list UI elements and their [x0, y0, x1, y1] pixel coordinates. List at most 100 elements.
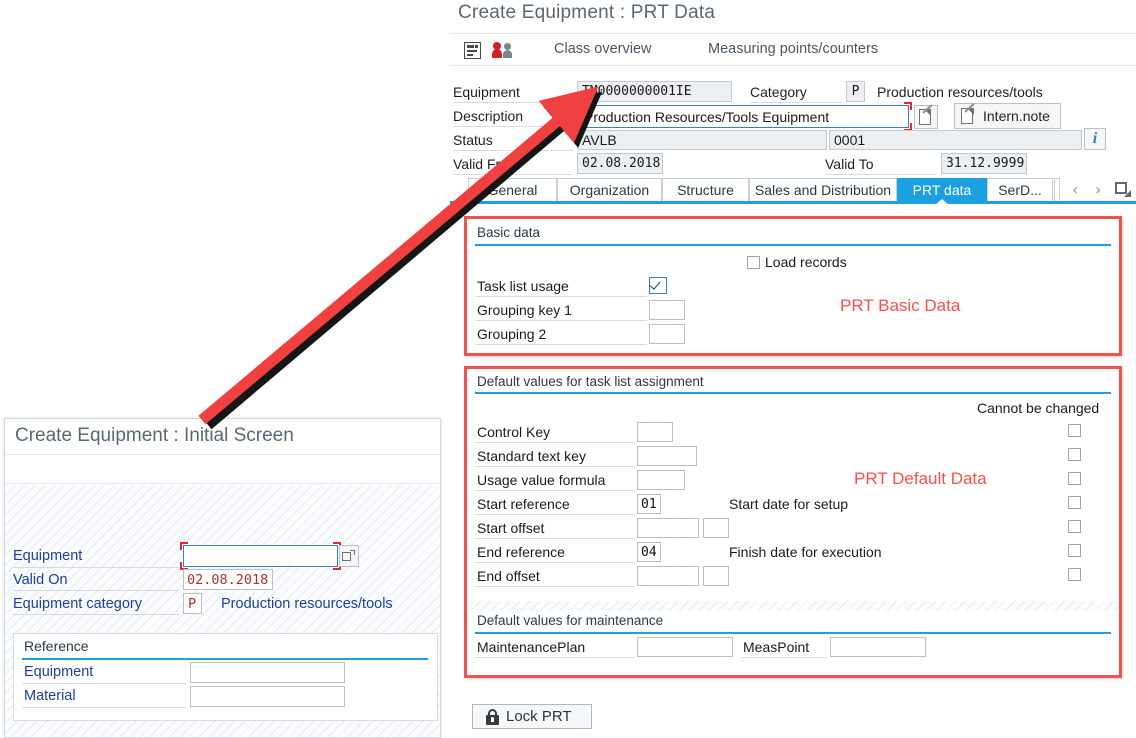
standard-text-key-label: Standard text key — [477, 448, 586, 464]
tab-structure[interactable]: Structure — [662, 178, 749, 201]
description-field[interactable]: Production Resources/Tools Equipment — [577, 105, 909, 128]
end-offset-unit-field[interactable] — [703, 566, 729, 586]
description-highlight: Production Resources/Tools Equipment — [577, 105, 909, 128]
tab-serd[interactable]: SerD... — [987, 178, 1053, 201]
cannot-be-changed-label: Cannot be changed — [977, 400, 1099, 416]
basic-data-group-title: Basic data — [477, 225, 540, 240]
category-text: Production resources/tools — [877, 84, 1043, 100]
load-records-checkbox[interactable] — [747, 256, 760, 269]
end-offset-locked-checkbox[interactable] — [1068, 568, 1081, 581]
usage-value-formula-label: Usage value formula — [477, 472, 605, 488]
meas-point-field[interactable] — [830, 637, 926, 657]
start-reference-field[interactable]: 01 — [637, 494, 661, 514]
start-offset-label: Start offset — [477, 520, 544, 536]
default-task-list-group-title: Default values for task list assignment — [477, 374, 704, 389]
maintenance-plan-label: MaintenancePlan — [477, 639, 585, 655]
valid-from-label: Valid From — [453, 156, 520, 172]
reference-panel: Reference Equipment Material — [13, 633, 438, 721]
prt-default-data-highlight: Default values for task list assignment … — [464, 366, 1122, 678]
tab-general[interactable]: General — [468, 178, 557, 201]
init-equipment-highlight — [183, 545, 338, 567]
initial-screen-body: Equipment Valid On 02.08.2018 Equipment … — [5, 485, 440, 737]
tab-prev-button[interactable]: ‹ — [1072, 180, 1078, 199]
grouping-key-1-label: Grouping key 1 — [477, 302, 572, 318]
init-equipment-search-help-button[interactable] — [339, 545, 359, 567]
tab-strip: General Organization Structure Sales and… — [450, 178, 1136, 202]
category-field[interactable]: P — [846, 81, 865, 102]
initial-screen-window: Create Equipment : Initial Screen Equipm… — [4, 418, 441, 738]
task-list-usage-label: Task list usage — [477, 278, 569, 294]
init-equipment-label: Equipment — [13, 548, 82, 564]
init-valid-on-value: 02.08.2018 — [187, 572, 268, 588]
lock-icon — [485, 709, 499, 725]
maintenance-plan-field[interactable] — [637, 637, 733, 657]
status-label: Status — [453, 132, 493, 148]
list-icon[interactable] — [460, 38, 484, 62]
measuring-points-button[interactable]: Measuring points/counters — [708, 41, 878, 57]
init-valid-on-label: Valid On — [13, 572, 68, 588]
panel-separator — [470, 601, 1119, 611]
end-reference-locked-checkbox[interactable] — [1068, 544, 1081, 557]
grouping-2-field[interactable] — [649, 324, 685, 344]
valid-to-label: Valid To — [825, 156, 874, 172]
end-reference-field[interactable]: 04 — [637, 542, 661, 562]
standard-text-key-field[interactable] — [637, 446, 697, 466]
equipment-field[interactable]: TM0000000001IE — [577, 81, 732, 102]
control-key-field[interactable] — [637, 422, 673, 442]
reference-equipment-field[interactable] — [190, 662, 345, 683]
valid-from-field[interactable]: 02.08.2018 — [577, 153, 663, 174]
info-icon[interactable]: i — [1084, 128, 1106, 150]
screenshot-root: Create Equipment : PRT Data Class overvi… — [0, 0, 1136, 738]
lock-prt-button[interactable]: Lock PRT — [472, 704, 592, 729]
start-offset-locked-checkbox[interactable] — [1068, 520, 1081, 533]
main-window: Create Equipment : PRT Data Class overvi… — [450, 0, 1136, 738]
tab-sales-and-distribution[interactable]: Sales and Distribution — [749, 178, 897, 201]
new-window-icon[interactable] — [1115, 182, 1131, 197]
tab-organization[interactable]: Organization — [557, 178, 662, 201]
valid-to-field[interactable]: 31.12.9999 — [941, 153, 1027, 174]
grouping-key-1-field[interactable] — [649, 300, 685, 320]
end-offset-field[interactable] — [637, 566, 699, 586]
prt-basic-data-annotation: PRT Basic Data — [840, 296, 960, 316]
usage-value-formula-field[interactable] — [637, 470, 685, 490]
intern-note-button[interactable]: Intern.note — [954, 103, 1061, 129]
tab-next-button[interactable]: › — [1095, 180, 1101, 199]
description-note-button[interactable] — [914, 105, 938, 129]
control-key-label: Control Key — [477, 424, 550, 440]
start-offset-unit-field[interactable] — [703, 518, 729, 538]
default-maintenance-group-title: Default values for maintenance — [477, 613, 663, 628]
start-reference-locked-checkbox[interactable] — [1068, 496, 1081, 509]
start-offset-field[interactable] — [637, 518, 699, 538]
tab-active-pointer — [934, 199, 950, 206]
grouping-2-label: Grouping 2 — [477, 326, 546, 342]
reference-group-title: Reference — [24, 638, 89, 654]
usage-value-formula-locked-checkbox[interactable] — [1068, 472, 1081, 485]
tab-underline — [450, 201, 1136, 204]
task-list-usage-checkbox[interactable] — [649, 277, 667, 294]
category-label: Category — [750, 84, 807, 100]
prt-basic-data-highlight: Basic data Load records Task list usage … — [464, 216, 1122, 356]
intern-note-label: Intern.note — [983, 108, 1050, 124]
initial-screen-title: Create Equipment : Initial Screen — [15, 425, 294, 447]
status-field: AVLB — [577, 130, 827, 150]
tab-overflow-strip — [1054, 178, 1060, 201]
control-key-locked-checkbox[interactable] — [1068, 424, 1081, 437]
load-records-label: Load records — [765, 254, 847, 270]
meas-point-label: MeasPoint — [743, 639, 809, 655]
standard-text-key-locked-checkbox[interactable] — [1068, 448, 1081, 461]
tab-prt-data[interactable]: PRT data — [897, 178, 987, 201]
end-reference-label: End reference — [477, 544, 565, 560]
init-equipment-field[interactable] — [183, 545, 338, 567]
init-equipment-category-value: P — [188, 596, 196, 612]
init-equipment-category-label: Equipment category — [13, 596, 142, 612]
equipment-label: Equipment — [453, 84, 520, 100]
class-overview-button[interactable]: Class overview — [554, 41, 652, 57]
reference-material-field[interactable] — [190, 686, 345, 707]
status-field-2: 0001 — [829, 130, 1082, 150]
main-toolbar: Class overview Measuring points/counters — [450, 33, 1136, 66]
initial-screen-toolbar — [5, 454, 440, 484]
init-equipment-category-text: Production resources/tools — [221, 596, 393, 612]
start-reference-hint: Start date for setup — [729, 496, 848, 512]
note-icon — [961, 108, 976, 124]
people-icon[interactable] — [491, 38, 517, 62]
